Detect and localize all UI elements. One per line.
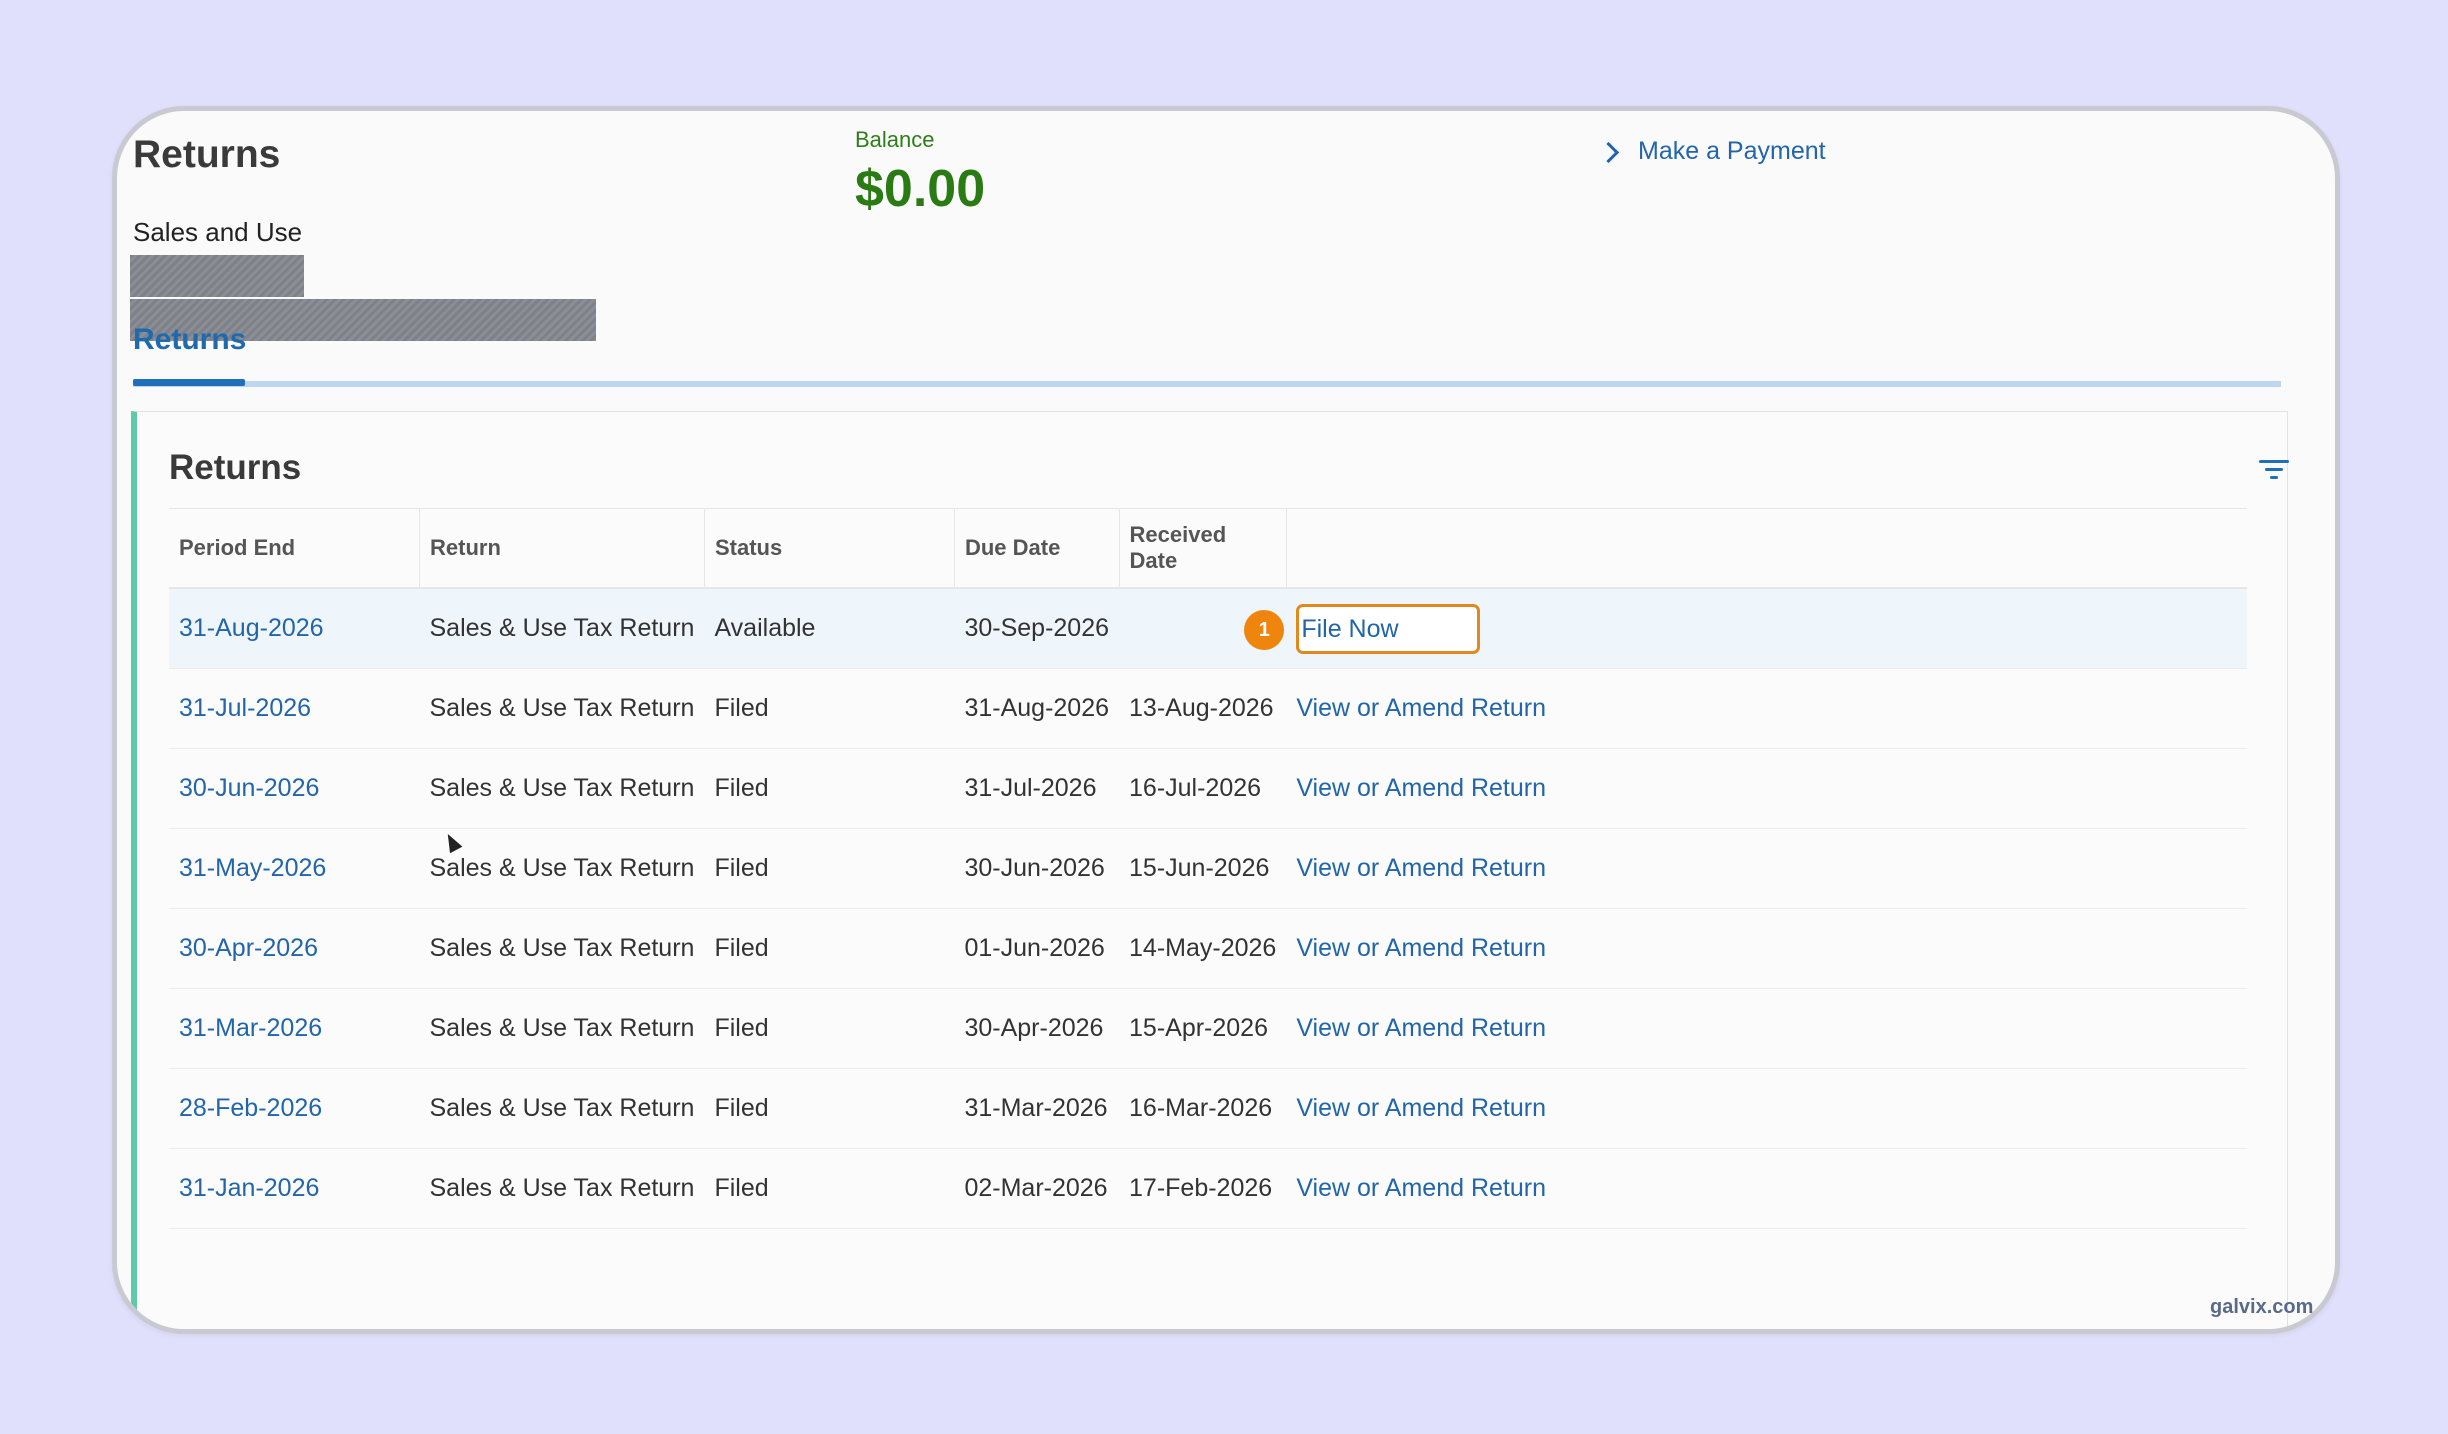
- return-cell: Sales & Use Tax Return: [419, 908, 705, 989]
- table-row: 28-Feb-2026 Sales & Use Tax Return Filed…: [169, 1068, 2247, 1149]
- table-row: 31-Aug-2026 Sales & Use Tax Return Avail…: [169, 588, 2247, 669]
- chevron-right-icon: [1597, 141, 1620, 164]
- period-end-link[interactable]: 31-May-2026: [179, 854, 326, 882]
- tab-returns[interactable]: Returns: [133, 323, 246, 357]
- received-date-cell: 16-Jul-2026: [1119, 748, 1287, 829]
- due-date-cell: 01-Jun-2026: [954, 908, 1120, 989]
- due-date-cell: 02-Mar-2026: [954, 1148, 1120, 1229]
- due-date-cell: 31-Aug-2026: [954, 668, 1120, 749]
- return-cell: Sales & Use Tax Return: [419, 1148, 705, 1229]
- account-type-label: Sales and Use: [133, 217, 303, 247]
- watermark: galvix.com: [2210, 1296, 2314, 1318]
- make-payment-label: Make a Payment: [1638, 137, 1826, 165]
- tab-strip: [133, 381, 2281, 387]
- received-date-cell: 15-Apr-2026: [1119, 988, 1287, 1069]
- status-cell: Filed: [704, 668, 955, 749]
- tab-active-indicator: [133, 379, 245, 386]
- table-row: 31-May-2026 Sales & Use Tax Return Filed…: [169, 828, 2247, 909]
- period-end-link[interactable]: 30-Jun-2026: [179, 774, 319, 802]
- view-amend-link[interactable]: View or Amend Return: [1296, 1174, 1546, 1202]
- column-header-status[interactable]: Status: [704, 508, 955, 589]
- file-now-container: 1 File Now: [1244, 603, 1481, 654]
- balance-value: $0.00: [855, 160, 986, 218]
- balance-label: Balance: [855, 127, 935, 152]
- due-date-cell: 31-Jul-2026: [954, 748, 1120, 829]
- due-date-cell: 30-Jun-2026: [954, 828, 1120, 909]
- column-header-received-date[interactable]: Received Date: [1119, 508, 1287, 589]
- return-cell: Sales & Use Tax Return: [419, 668, 705, 749]
- due-date-cell: 30-Sep-2026: [954, 588, 1120, 669]
- table-row: 31-Mar-2026 Sales & Use Tax Return Filed…: [169, 988, 2247, 1069]
- received-date-cell: 16-Mar-2026: [1119, 1068, 1287, 1149]
- table-row: 30-Apr-2026 Sales & Use Tax Return Filed…: [169, 908, 2247, 989]
- view-amend-link[interactable]: View or Amend Return: [1296, 854, 1546, 882]
- table-row: 30-Jun-2026 Sales & Use Tax Return Filed…: [169, 748, 2247, 829]
- table-row: 31-Jul-2026 Sales & Use Tax Return Filed…: [169, 668, 2247, 749]
- table-row: 31-Jan-2026 Sales & Use Tax Return Filed…: [169, 1148, 2247, 1229]
- period-end-link[interactable]: 30-Apr-2026: [179, 934, 318, 962]
- due-date-cell: 31-Mar-2026: [954, 1068, 1120, 1149]
- panel-title: Returns: [169, 448, 302, 487]
- filter-icon[interactable]: [2259, 458, 2289, 482]
- view-amend-link[interactable]: View or Amend Return: [1296, 774, 1546, 802]
- period-end-link[interactable]: 31-Aug-2026: [179, 614, 324, 642]
- returns-panel: Returns Period End Return Status Due Dat…: [131, 411, 2289, 1329]
- view-amend-link[interactable]: View or Amend Return: [1296, 934, 1546, 962]
- period-end-link[interactable]: 31-Jan-2026: [179, 1174, 319, 1202]
- file-now-button[interactable]: File Now: [1296, 603, 1481, 654]
- redacted-account-id: [130, 255, 304, 297]
- status-cell: Filed: [704, 1068, 955, 1149]
- status-cell: Filed: [704, 988, 955, 1069]
- period-end-link[interactable]: 31-Jul-2026: [179, 694, 311, 722]
- return-cell: Sales & Use Tax Return: [419, 588, 705, 669]
- column-header-action: [1286, 508, 2247, 589]
- return-cell: Sales & Use Tax Return: [419, 1068, 705, 1149]
- page-title: Returns: [133, 133, 281, 176]
- status-cell: Available: [704, 588, 955, 669]
- status-cell: Filed: [704, 1148, 955, 1229]
- status-cell: Filed: [704, 908, 955, 989]
- period-end-link[interactable]: 28-Feb-2026: [179, 1094, 322, 1122]
- make-payment-link[interactable]: Make a Payment: [1597, 137, 1826, 166]
- view-amend-link[interactable]: View or Amend Return: [1296, 694, 1546, 722]
- return-cell: Sales & Use Tax Return: [419, 828, 705, 909]
- view-amend-link[interactable]: View or Amend Return: [1296, 1094, 1546, 1122]
- returns-table: Period End Return Status Due Date Receiv…: [169, 508, 2247, 1229]
- view-amend-link[interactable]: View or Amend Return: [1296, 1014, 1546, 1042]
- return-cell: Sales & Use Tax Return: [419, 748, 705, 829]
- status-cell: Filed: [704, 828, 955, 909]
- return-cell: Sales & Use Tax Return: [419, 988, 705, 1069]
- period-end-link[interactable]: 31-Mar-2026: [179, 1014, 322, 1042]
- column-header-return[interactable]: Return: [419, 508, 705, 589]
- table-header-row: Period End Return Status Due Date Receiv…: [169, 508, 2247, 589]
- app-window: Returns Sales and Use Balance $0.00 Make…: [112, 106, 2340, 1334]
- received-date-cell: 15-Jun-2026: [1119, 828, 1287, 909]
- received-date-cell: 17-Feb-2026: [1119, 1148, 1287, 1229]
- column-header-due-date[interactable]: Due Date: [954, 508, 1120, 589]
- due-date-cell: 30-Apr-2026: [954, 988, 1120, 1069]
- status-cell: Filed: [704, 748, 955, 829]
- received-date-cell: 13-Aug-2026: [1119, 668, 1287, 749]
- column-header-period-end[interactable]: Period End: [169, 508, 420, 589]
- received-date-cell: 14-May-2026: [1119, 908, 1287, 989]
- step-badge: 1: [1244, 609, 1285, 650]
